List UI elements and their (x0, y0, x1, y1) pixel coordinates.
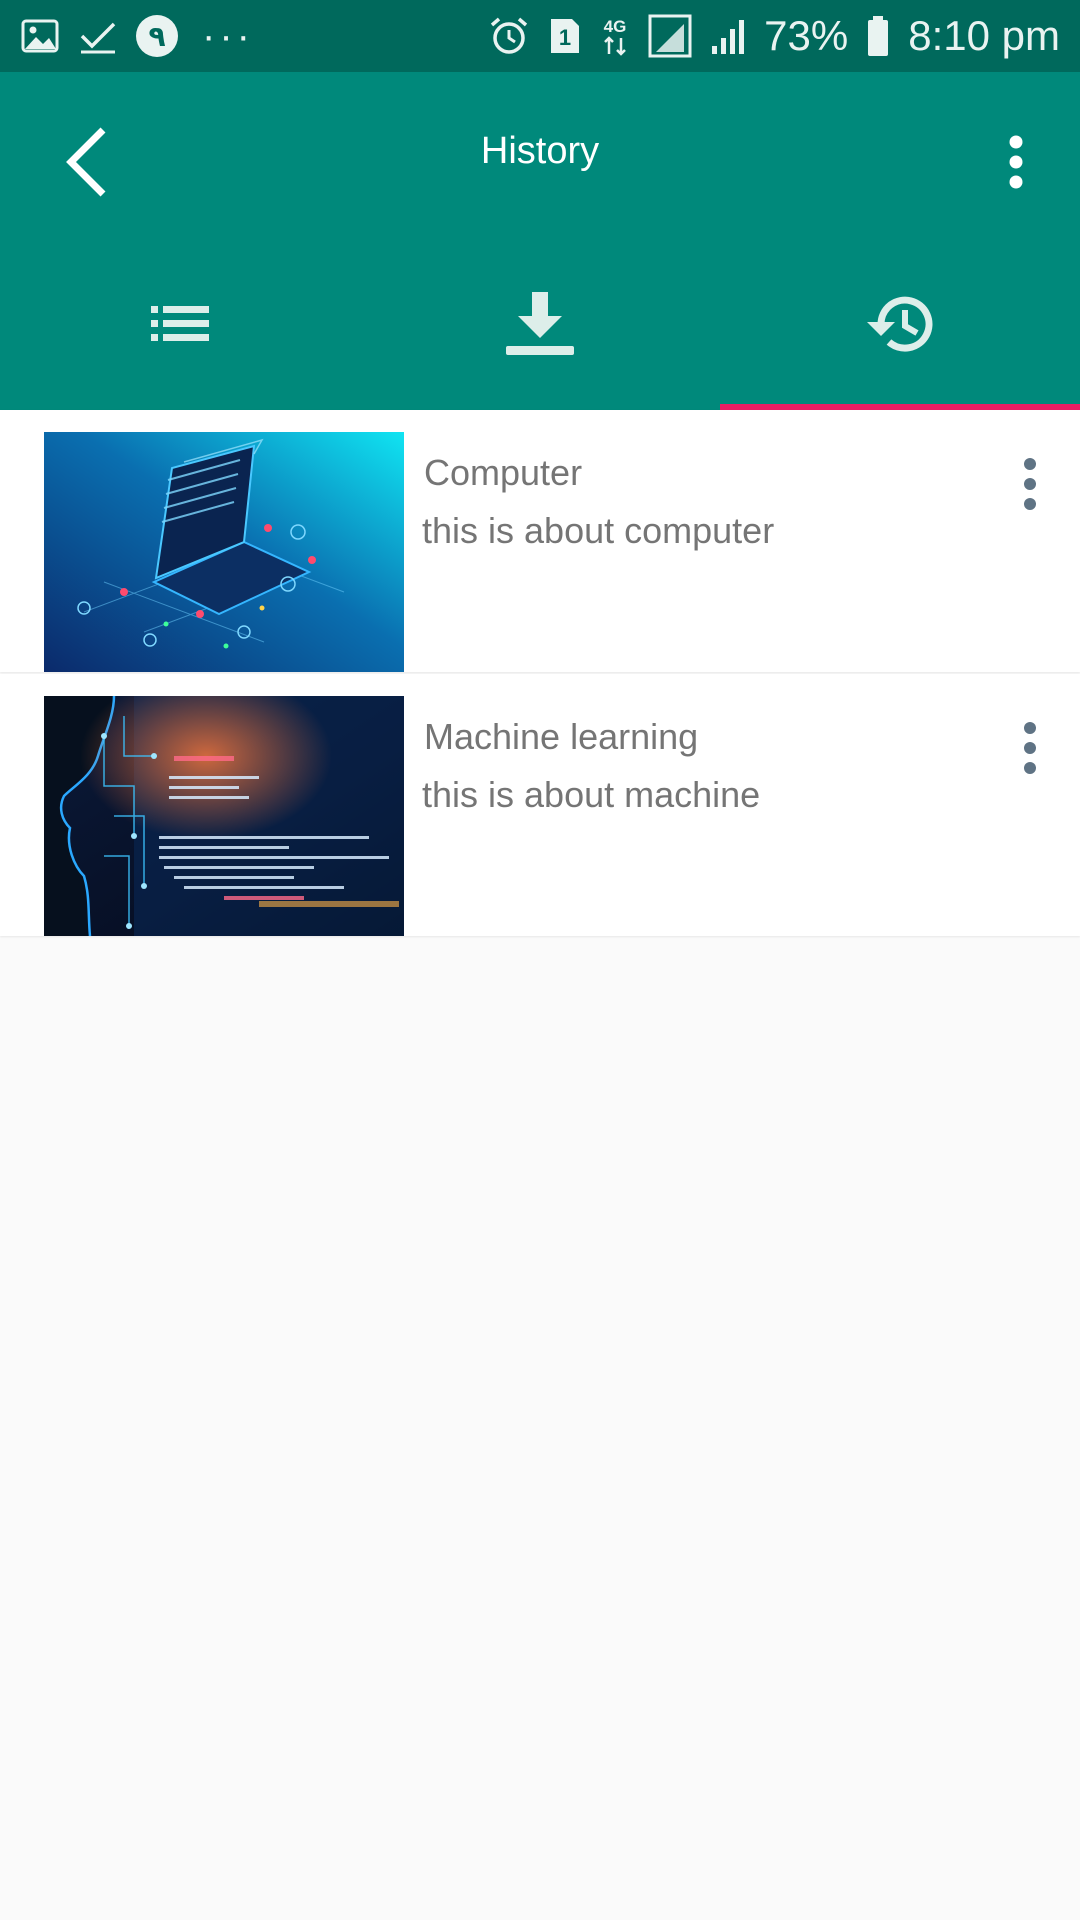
app-bar: History (0, 72, 1080, 410)
tab-history[interactable] (720, 242, 1080, 410)
history-list: Computer this is about computer Machine … (0, 410, 1080, 936)
item-description: this is about machine (422, 774, 761, 815)
status-bar: ٩ ··· 1 4G 73% 8:10 pm (0, 0, 1080, 72)
battery-icon (866, 15, 890, 57)
item-more-button[interactable] (1000, 446, 1060, 526)
laptop-circuit-image (44, 432, 404, 672)
signal-sim1-icon (648, 14, 692, 58)
gallery-icon (20, 16, 60, 56)
battery-percentage: 73% (764, 12, 849, 59)
signal-sim2-icon (710, 16, 746, 56)
overflow-menu-button[interactable] (976, 114, 1056, 214)
sim-card-icon: 1 (548, 16, 582, 56)
list-item[interactable]: Computer this is about computer (0, 410, 1080, 672)
status-bar-left: ٩ ··· (20, 15, 254, 57)
toolbar: History (0, 72, 1080, 242)
sim-number: 1 (559, 25, 571, 50)
more-vertical-icon (1022, 456, 1038, 517)
status-bar-right: 1 4G 73% 8:10 pm (488, 12, 1060, 60)
page-title: History (480, 130, 600, 172)
tab-downloads[interactable] (360, 242, 720, 410)
list-icon (151, 305, 209, 347)
history-icon (865, 292, 935, 361)
tab-bar (0, 242, 1080, 410)
download-icon (502, 291, 578, 361)
notification-badge-icon: ٩ (136, 15, 178, 57)
item-description: this is about computer (422, 510, 775, 551)
clock: 8:10 pm (908, 12, 1060, 59)
alarm-icon (488, 15, 530, 57)
item-title: Computer (424, 452, 583, 493)
more-notifications-icon: ··· (202, 14, 254, 58)
item-title: Machine learning (424, 716, 699, 757)
tab-list[interactable] (0, 242, 360, 410)
network-type-icon: 4G (600, 14, 630, 58)
more-vertical-icon (1022, 720, 1038, 781)
check-icon (78, 16, 118, 56)
more-vertical-icon (1006, 134, 1026, 195)
item-more-button[interactable] (1000, 710, 1060, 790)
ai-head-code-image (44, 696, 404, 936)
list-item[interactable]: Machine learning this is about machine (0, 674, 1080, 936)
network-label: 4G (604, 17, 627, 36)
